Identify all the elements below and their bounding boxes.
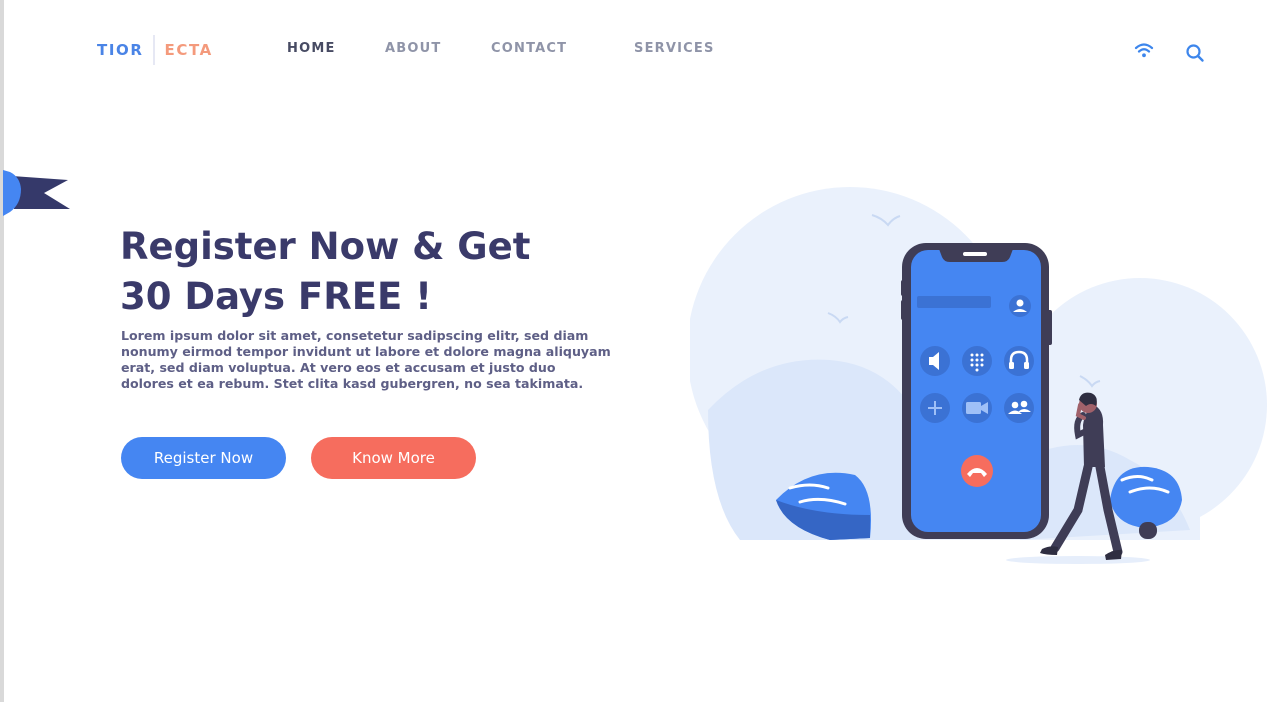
register-now-button[interactable]: Register Now [121, 437, 286, 479]
user-icon [1009, 295, 1031, 317]
hero-description: Lorem ipsum dolor sit amet, consetetur s… [121, 328, 611, 391]
wifi-icon[interactable] [1134, 42, 1154, 60]
nav-item-home[interactable]: HOME [287, 41, 336, 56]
headphones-icon [1004, 346, 1034, 376]
nav-item-services[interactable]: SERVICES [634, 41, 715, 56]
keypad-icon [962, 346, 992, 376]
nav-item-contact[interactable]: CONTACT [491, 41, 567, 56]
know-more-button[interactable]: Know More [311, 437, 476, 479]
contacts-icon [1004, 393, 1034, 423]
add-icon [920, 393, 950, 423]
nav-item-about[interactable]: ABOUT [385, 41, 441, 56]
hero-illustration [687, 170, 1280, 590]
search-icon[interactable] [1185, 43, 1205, 63]
left-edge-border [0, 0, 4, 702]
hang-up-icon [961, 455, 993, 487]
phone-call-illustration [687, 187, 1267, 564]
main-nav: HOME ABOUT CONTACT SERVICES [0, 41, 800, 57]
hero-title-line-1: Register Now & Get [120, 225, 531, 268]
ribbon-decoration [0, 168, 72, 226]
hero-title-line-2: 30 Days FREE ! [120, 275, 433, 318]
speaker-icon [920, 346, 950, 376]
hero-title: Register Now & Get 30 Days FREE ! [120, 222, 620, 322]
video-icon [962, 393, 992, 423]
